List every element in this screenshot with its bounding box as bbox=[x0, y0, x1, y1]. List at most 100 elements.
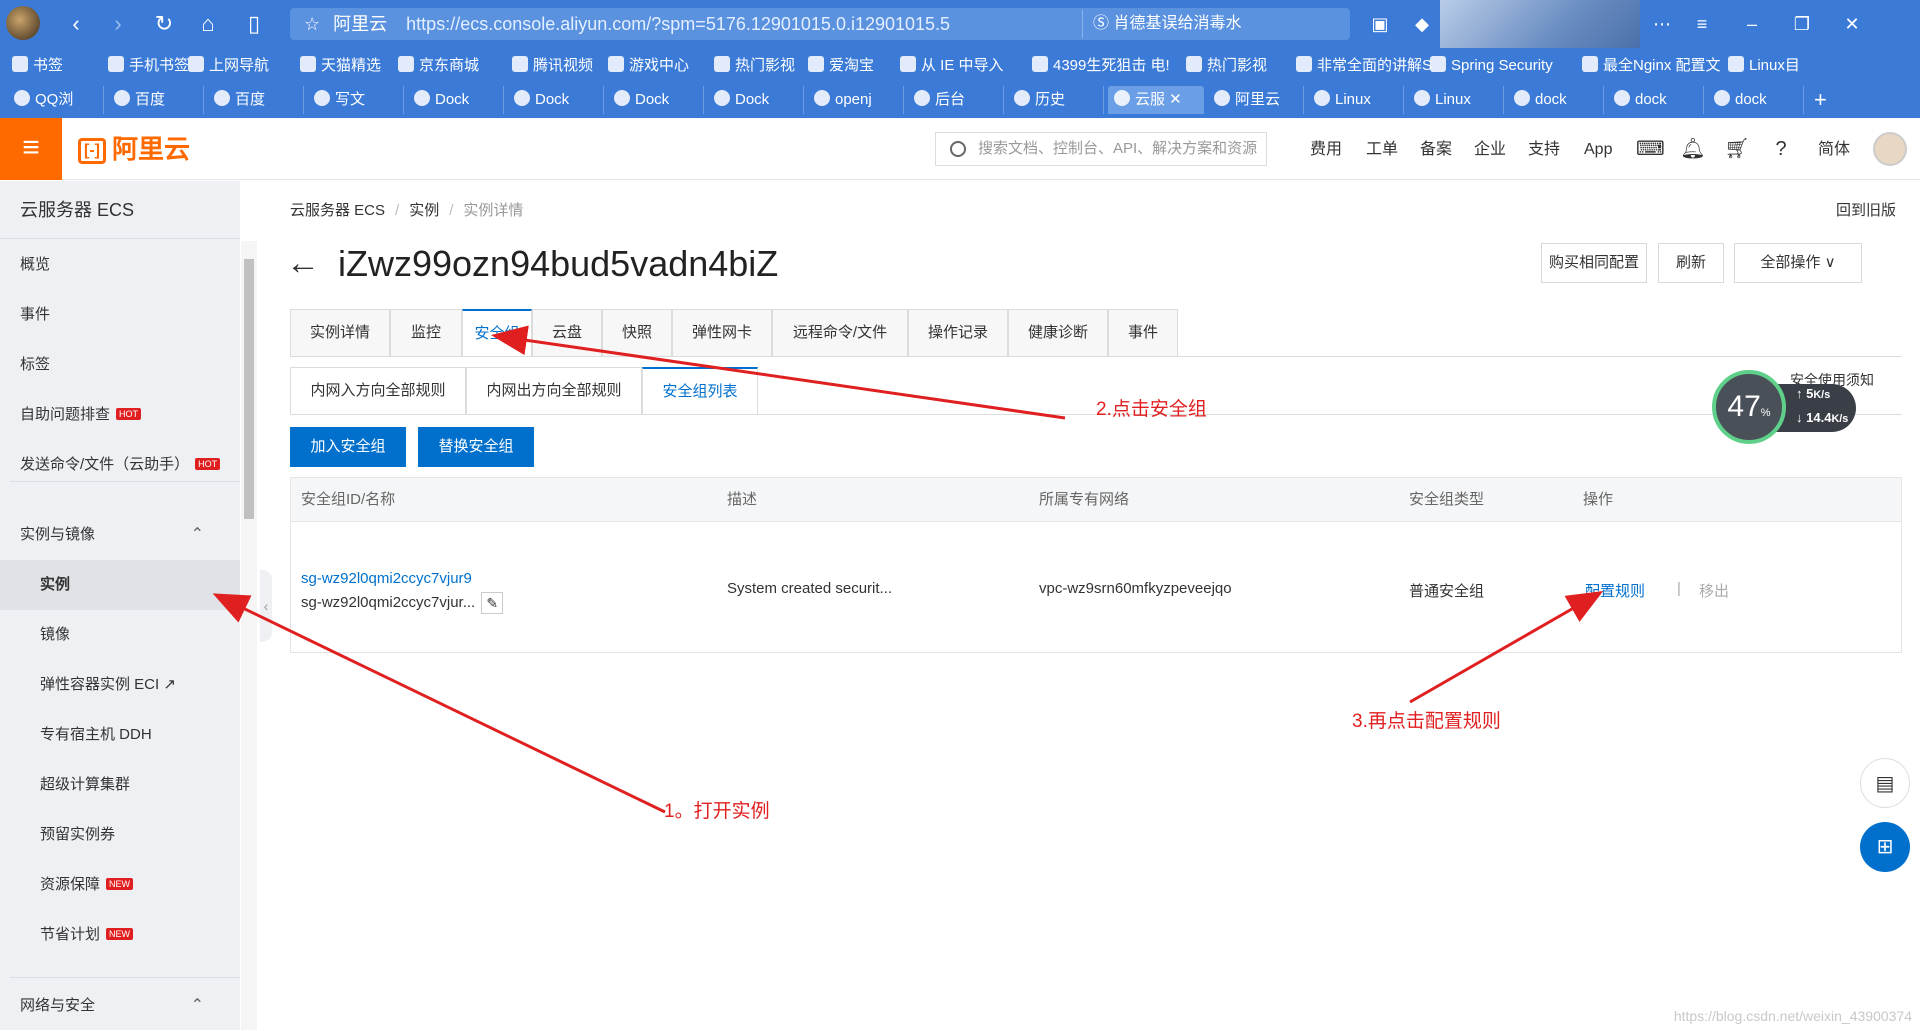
menu-icon[interactable]: ≡ bbox=[1690, 12, 1714, 36]
bookmark-item[interactable]: 游戏中心 bbox=[608, 56, 689, 76]
browser-tab[interactable]: 百度 bbox=[208, 86, 304, 114]
sidebar-collapse-handle[interactable]: ‹ bbox=[260, 570, 272, 642]
browser-tab[interactable]: dock bbox=[1508, 86, 1604, 114]
bookmark-item[interactable]: 4399生死狙击 电! bbox=[1032, 56, 1170, 76]
hamburger-menu-icon[interactable]: ≡ bbox=[0, 118, 62, 180]
chevron-up-icon[interactable]: ⌃ bbox=[191, 510, 204, 560]
edit-pencil-icon[interactable]: ✎ bbox=[481, 592, 503, 614]
header-link-0[interactable]: 费用 bbox=[1310, 140, 1342, 160]
security-group-id-link[interactable]: sg-wz92l0qmi2ccyc7vjur9 bbox=[301, 570, 472, 587]
browser-tab[interactable]: Dock bbox=[408, 86, 504, 114]
tab-detail-3[interactable]: 云盘 bbox=[532, 309, 602, 357]
breadcrumb-instances[interactable]: 实例 bbox=[409, 202, 439, 219]
aliyun-logo[interactable]: [-]阿里云 bbox=[78, 134, 190, 164]
bookmark-item[interactable]: 从 IE 中导入 bbox=[900, 56, 1004, 76]
hot-search-text[interactable]: 肖德基误给消毒水 bbox=[1113, 15, 1241, 32]
browser-tab[interactable]: Linux bbox=[1408, 86, 1504, 114]
tab-detail-2[interactable]: 安全组 bbox=[462, 309, 532, 357]
sidebar-item[interactable]: 发送命令/文件（云助手）HOT bbox=[0, 440, 240, 490]
join-security-group-button[interactable]: 加入安全组 bbox=[290, 427, 406, 467]
browser-tab[interactable]: 云服 ✕ bbox=[1108, 86, 1204, 114]
url-text[interactable]: https://ecs.console.aliyun.com/?spm=5176… bbox=[406, 14, 950, 34]
header-link-1[interactable]: 工单 bbox=[1366, 140, 1398, 160]
feedback-chat-icon[interactable]: ▤ bbox=[1860, 758, 1910, 808]
sidebar-item[interactable]: 事件 bbox=[0, 290, 240, 340]
browser-tab[interactable]: 阿里云 bbox=[1208, 86, 1304, 114]
language-switch[interactable]: 简体 bbox=[1818, 140, 1850, 160]
reload-icon[interactable]: ↻ bbox=[150, 10, 178, 38]
sidebar-item[interactable]: 专有宿主机 DDH bbox=[0, 710, 240, 760]
sidebar-item[interactable]: 节省计划NEW bbox=[0, 910, 240, 960]
home-icon[interactable]: ⌂ bbox=[194, 10, 222, 38]
help-icon[interactable]: ? bbox=[1768, 136, 1794, 162]
bookmark-item[interactable]: 热门影视 bbox=[1186, 56, 1267, 76]
configure-rules-link[interactable]: 配置规则 bbox=[1585, 580, 1645, 601]
bookmark-item[interactable]: 腾讯视频 bbox=[512, 56, 593, 76]
browser-tab[interactable]: 历史 bbox=[1008, 86, 1104, 114]
bookmark-item[interactable]: 书签 bbox=[12, 56, 63, 76]
bookmark-item[interactable]: 非常全面的讲解S bbox=[1296, 56, 1432, 76]
sidebar-item[interactable]: 概览 bbox=[0, 240, 240, 290]
bookmark-item[interactable]: 最全Nginx 配置文 bbox=[1582, 56, 1721, 76]
restore-icon[interactable]: ❐ bbox=[1790, 12, 1814, 36]
minimize-icon[interactable]: – bbox=[1740, 12, 1764, 36]
all-operations-dropdown[interactable]: 全部操作 ∨ bbox=[1734, 243, 1862, 283]
sidebar-item[interactable]: 弹性容器实例 ECI ↗ bbox=[0, 660, 240, 710]
browser-tab[interactable]: Dock bbox=[708, 86, 804, 114]
sidebar-item[interactable]: 资源保障NEW bbox=[0, 860, 240, 910]
bookmark-item[interactable]: 爱淘宝 bbox=[808, 56, 874, 76]
sidebar-item[interactable]: 网络与安全⌃ bbox=[0, 981, 240, 1031]
sidebar-item[interactable]: 预留实例券 bbox=[0, 810, 240, 860]
network-speed-widget[interactable]: 47% ↑ 5K/s ↓ 14.4K/s bbox=[1712, 370, 1862, 444]
hot-search[interactable]: Ⓢ 肖德基误给消毒水 bbox=[1082, 10, 1348, 38]
bookmark-item[interactable]: 上网导航 bbox=[188, 56, 269, 76]
browser-tab[interactable]: openj bbox=[808, 86, 904, 114]
back-arrow-icon[interactable]: ← bbox=[286, 243, 320, 283]
sidebar-item[interactable]: 自助问题排查HOT bbox=[0, 390, 240, 440]
close-window-icon[interactable]: ✕ bbox=[1840, 12, 1864, 36]
sidebar-scrollbar[interactable] bbox=[241, 241, 257, 1030]
header-link-2[interactable]: 备案 bbox=[1420, 140, 1452, 160]
bookmark-item[interactable]: Linux目 bbox=[1728, 56, 1800, 76]
new-tab-icon[interactable]: + bbox=[1808, 86, 1838, 114]
bookmark-item[interactable]: 热门影视 bbox=[714, 56, 795, 76]
browser-tab[interactable]: dock bbox=[1608, 86, 1704, 114]
browser-tab[interactable]: 百度 bbox=[108, 86, 204, 114]
browser-tab[interactable]: QQ浏 bbox=[8, 86, 104, 114]
browser-tab[interactable]: Dock bbox=[608, 86, 704, 114]
reader-icon[interactable]: ▯ bbox=[240, 10, 268, 38]
sidebar-item[interactable]: 实例 bbox=[0, 560, 240, 610]
tab-detail-0[interactable]: 实例详情 bbox=[290, 309, 390, 357]
old-version-link[interactable]: 回到旧版 bbox=[1836, 199, 1896, 220]
tab-sub-2[interactable]: 安全组列表 bbox=[642, 367, 758, 415]
user-avatar[interactable] bbox=[1873, 132, 1907, 166]
console-search-input[interactable]: 搜索文档、控制台、API、解决方案和资源 bbox=[935, 132, 1267, 166]
bell-icon[interactable]: 🔔︎ bbox=[1680, 136, 1706, 162]
tab-sub-0[interactable]: 内网入方向全部规则 bbox=[290, 367, 466, 415]
replace-security-group-button[interactable]: 替换安全组 bbox=[418, 427, 534, 467]
tab-sub-1[interactable]: 内网出方向全部规则 bbox=[466, 367, 642, 415]
browser-tab[interactable]: Dock bbox=[508, 86, 604, 114]
bookmark-item[interactable]: 天猫精选 bbox=[300, 56, 381, 76]
header-link-3[interactable]: 企业 bbox=[1474, 140, 1506, 160]
chevron-up-icon[interactable]: ⌃ bbox=[191, 981, 204, 1031]
profile-avatar[interactable] bbox=[6, 6, 40, 40]
tab-detail-9[interactable]: 事件 bbox=[1108, 309, 1178, 357]
cart-icon[interactable]: 🛒︎ bbox=[1724, 136, 1750, 162]
breadcrumb-ecs[interactable]: 云服务器 ECS bbox=[290, 202, 385, 219]
game-icon[interactable]: ◆ bbox=[1410, 12, 1434, 36]
browser-tab[interactable]: Linux bbox=[1308, 86, 1404, 114]
buy-same-config-button[interactable]: 购买相同配置 bbox=[1541, 243, 1647, 283]
browser-tab[interactable]: dock bbox=[1708, 86, 1804, 114]
back-icon[interactable]: ‹ bbox=[62, 10, 90, 38]
quick-apps-grid-icon[interactable]: ⊞ bbox=[1860, 822, 1910, 872]
tab-detail-8[interactable]: 健康诊断 bbox=[1008, 309, 1108, 357]
bookmark-item[interactable]: 手机书签 bbox=[108, 56, 189, 76]
sidebar-item[interactable]: 镜像 bbox=[0, 610, 240, 660]
tab-detail-6[interactable]: 远程命令/文件 bbox=[772, 309, 908, 357]
tab-detail-4[interactable]: 快照 bbox=[602, 309, 672, 357]
tab-detail-5[interactable]: 弹性网卡 bbox=[672, 309, 772, 357]
tab-detail-1[interactable]: 监控 bbox=[390, 309, 462, 357]
browser-tab[interactable]: 写文 bbox=[308, 86, 404, 114]
refresh-button[interactable]: 刷新 bbox=[1658, 243, 1724, 283]
